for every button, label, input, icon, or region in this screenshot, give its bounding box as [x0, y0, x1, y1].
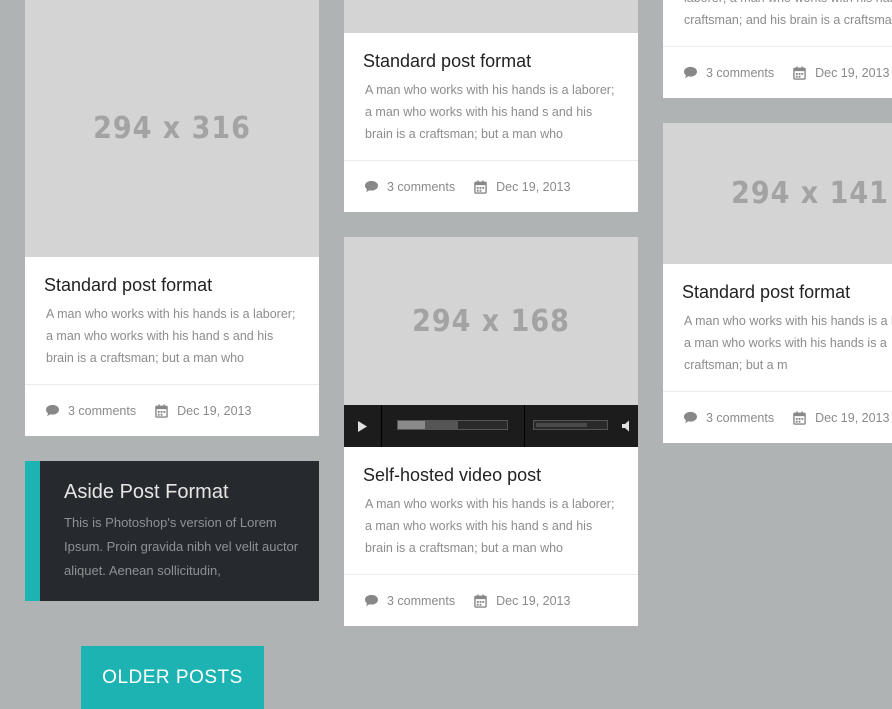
- comments-count: 3 comments: [68, 403, 137, 418]
- volume-icon: [621, 420, 629, 432]
- image-size-label: 294 x 141: [731, 176, 889, 211]
- post-date-text: Dec 19, 2013: [496, 179, 571, 194]
- post-date: Dec 19, 2013: [155, 403, 252, 418]
- post-date: Dec 19, 2013: [474, 179, 571, 194]
- post-title[interactable]: Standard post format: [44, 275, 212, 296]
- post-image-placeholder[interactable]: [344, 0, 638, 33]
- post-date: Dec 19, 2013: [474, 593, 571, 608]
- aside-accent-bar: [25, 461, 40, 601]
- comment-icon: [683, 411, 698, 424]
- comment-icon: [45, 404, 60, 417]
- post-meta: 3 comments Dec 19, 2013: [663, 46, 892, 98]
- video-progress-bar[interactable]: [397, 420, 508, 430]
- comments-count: 3 comments: [387, 179, 456, 194]
- comments-count: 3 comments: [706, 410, 775, 425]
- comments-count: 3 comments: [706, 65, 775, 80]
- post-excerpt: laborer; a man who works with his hands …: [684, 0, 892, 27]
- calendar-icon: [793, 66, 806, 80]
- post-meta: 3 comments Dec 19, 2013: [663, 391, 892, 443]
- mute-button[interactable]: [616, 405, 638, 447]
- volume-level: [536, 423, 587, 427]
- video-post-card: 294 x 168 Self-hosted video post A man w…: [344, 237, 638, 626]
- image-size-label: 294 x 316: [93, 111, 251, 146]
- comments-link[interactable]: 3 comments: [683, 66, 774, 80]
- calendar-icon: [474, 180, 487, 194]
- post-card: 294 x 316 Standard post format A man who…: [25, 0, 319, 436]
- post-title[interactable]: Standard post format: [682, 282, 850, 303]
- post-card: 294 x 141 Standard post format A man who…: [663, 123, 892, 443]
- comments-count: 3 comments: [387, 593, 456, 608]
- play-icon: [358, 420, 367, 432]
- comments-link[interactable]: 3 comments: [364, 594, 455, 608]
- aside-post-card: Aside Post Format This is Photoshop's ve…: [25, 461, 319, 601]
- calendar-icon: [474, 594, 487, 608]
- calendar-icon: [155, 404, 168, 418]
- progress-played: [398, 421, 426, 429]
- comments-link[interactable]: 3 comments: [45, 404, 136, 418]
- post-date-text: Dec 19, 2013: [815, 410, 890, 425]
- comment-icon: [364, 594, 379, 607]
- play-button[interactable]: [344, 405, 382, 447]
- post-excerpt: A man who works with his hands is a labo…: [365, 497, 615, 555]
- image-size-label: 294 x 168: [412, 303, 570, 339]
- post-title[interactable]: Self-hosted video post: [363, 465, 541, 486]
- post-meta: 3 comments Dec 19, 2013: [344, 160, 638, 212]
- comments-link[interactable]: 3 comments: [683, 411, 774, 425]
- aside-text: This is Photoshop's version of Lorem Ips…: [64, 515, 299, 578]
- post-card: Standard post format A man who works wit…: [344, 0, 638, 212]
- volume-slider[interactable]: [533, 420, 608, 430]
- comments-link[interactable]: 3 comments: [364, 180, 455, 194]
- controls-divider: [524, 405, 525, 447]
- calendar-icon: [793, 411, 806, 425]
- comment-icon: [364, 180, 379, 193]
- aside-title[interactable]: Aside Post Format: [64, 481, 229, 504]
- post-date: Dec 19, 2013: [793, 65, 890, 80]
- post-date: Dec 19, 2013: [793, 410, 890, 425]
- post-image-placeholder[interactable]: 294 x 141: [663, 123, 892, 264]
- video-poster-placeholder[interactable]: 294 x 168: [344, 237, 638, 405]
- post-title[interactable]: Standard post format: [363, 51, 531, 72]
- post-date-text: Dec 19, 2013: [496, 593, 571, 608]
- post-meta: 3 comments Dec 19, 2013: [25, 384, 319, 436]
- older-posts-button[interactable]: OLDER POSTS: [81, 646, 264, 709]
- post-meta: 3 comments Dec 19, 2013: [344, 574, 638, 626]
- post-date-text: Dec 19, 2013: [177, 403, 252, 418]
- comment-icon: [683, 66, 698, 79]
- post-excerpt: A man who works with his hands is a labo…: [46, 307, 296, 365]
- post-card: laborer; a man who works with his hands …: [663, 0, 892, 98]
- post-excerpt: A man who works with his hands is a labo…: [365, 83, 615, 141]
- post-date-text: Dec 19, 2013: [815, 65, 890, 80]
- post-image-placeholder[interactable]: 294 x 316: [25, 0, 319, 257]
- video-controls: [344, 405, 638, 447]
- post-excerpt: A man who works with his hands is a labo…: [684, 314, 892, 372]
